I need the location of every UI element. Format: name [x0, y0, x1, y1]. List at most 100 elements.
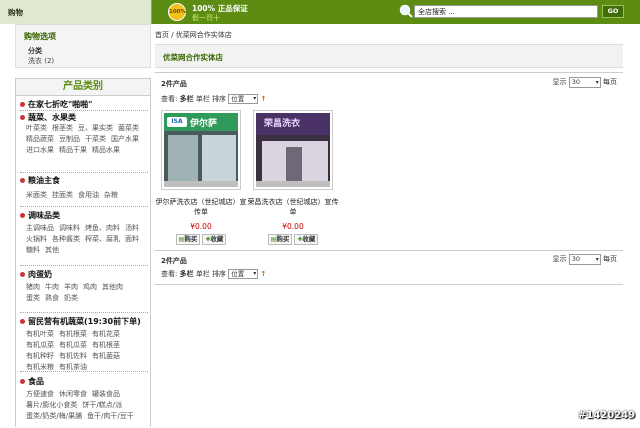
category-link[interactable]: 调味料 [59, 224, 80, 232]
bullet-icon [20, 213, 25, 218]
category-link[interactable]: 国产水果 [111, 135, 139, 143]
breadcrumb[interactable]: 首页 / 优菜网合作实体店 [155, 30, 232, 40]
category-link[interactable]: 豆、果实类 [78, 124, 113, 132]
options-filter-laundry[interactable]: 洗衣 (2) [28, 56, 54, 66]
category-heading[interactable]: 肉蛋奶 [20, 269, 148, 280]
product-card[interactable]: 荣昌洗衣 荣昌洗衣店（世纪城店）宣传单 ¥0.00 ▤购买 ✚收藏 [247, 110, 339, 250]
category-link[interactable]: 榨菜、腐乳 [85, 235, 120, 243]
view-single-column[interactable]: 单栏 [196, 270, 210, 278]
favorite-button[interactable]: ✚收藏 [202, 234, 227, 245]
category-link[interactable]: 罐装食品 [92, 390, 120, 398]
category-link[interactable]: 主调味品 [26, 224, 54, 232]
category-links: 叶菜类 根茎类 豆、果实类 菌菜类 精品蔬菜 豆制品 干菜类 国产水果 进口水果 精品干果 精品… [20, 123, 148, 156]
category-link[interactable]: 有机根菜 [59, 330, 87, 338]
product-card[interactable]: ISA 伊尔萨 伊尔萨洗衣店（世纪城店）宣传单 ¥0.00 ▤购买 ✚收藏 [155, 110, 247, 250]
category-links: 主调味品 调味料 烤鱼、肉料 汤料 火锅料 各种酱类 榨菜、腐乳 面料 糖料 其他 [20, 223, 148, 256]
category-heading[interactable]: 在家七折吃"啪啪" [20, 99, 148, 110]
category-heading[interactable]: 蔬菜、水果类 [20, 112, 148, 123]
category-link[interactable]: 精品干果 [59, 146, 87, 154]
view-single-column[interactable]: 单栏 [196, 95, 210, 103]
divider [155, 284, 623, 285]
category-link[interactable]: 有机叶菜 [26, 330, 54, 338]
view-sort-line: 查看: 多栏 单栏 排序 位置 ↑ [161, 269, 266, 280]
category-link[interactable]: 叶菜类 [26, 124, 47, 132]
category-link[interactable]: 各种酱类 [52, 235, 80, 243]
category-heading[interactable]: 调味品类 [20, 210, 148, 221]
category-link[interactable]: 熟食 [45, 294, 59, 302]
category-link[interactable]: 杂粮 [104, 191, 118, 199]
product-name[interactable]: 荣昌洗衣店（世纪城店）宣传单 [247, 197, 339, 217]
category-links: 猪肉 牛肉 羊肉 鸡肉 其他肉 蛋类 熟食 奶类 [20, 282, 148, 304]
category-link[interactable]: 烤鱼、肉料 [85, 224, 120, 232]
category-link[interactable]: 有机佐料 [59, 352, 87, 360]
search-go-button[interactable]: GO [602, 5, 624, 18]
category-link[interactable]: 薯片/膨化小食类 [26, 401, 77, 409]
sort-direction-icon[interactable]: ↑ [261, 270, 267, 278]
category-link[interactable]: 有机瓜菜 [26, 341, 54, 349]
view-multi-column[interactable]: 多栏 [180, 95, 194, 103]
category-link[interactable]: 挂面类 [52, 191, 73, 199]
category-link[interactable]: 汤料 [125, 224, 139, 232]
category-heading[interactable]: 食品 [20, 376, 148, 387]
product-image[interactable]: ISA 伊尔萨 [161, 110, 241, 190]
product-image[interactable]: 荣昌洗衣 [253, 110, 333, 190]
category-link[interactable]: 有机种籽 [26, 352, 54, 360]
category-link[interactable]: 方便速食 [26, 390, 54, 398]
category-link[interactable]: 有机菌菇 [92, 352, 120, 360]
bullet-icon [20, 115, 25, 120]
category-link[interactable]: 有机茶油 [59, 363, 87, 371]
favorite-button[interactable]: ✚收藏 [294, 234, 319, 245]
buy-button[interactable]: ▤购买 [175, 234, 201, 245]
category-link[interactable]: 饼干/糕点/派 [82, 401, 122, 409]
category-link[interactable]: 猪肉 [26, 283, 40, 291]
category-link[interactable]: 进口水果 [26, 146, 54, 154]
category-link[interactable]: 奶类 [64, 294, 78, 302]
sort-direction-icon[interactable]: ↑ [261, 95, 267, 103]
category-link[interactable]: 米面类 [26, 191, 47, 199]
main-content: 首页 / 优菜网合作实体店 优菜网合作实体店 2件产品 显示 30 每页 查看:… [155, 24, 623, 427]
image-watermark: #1420249 [578, 410, 636, 421]
bullet-icon [20, 102, 25, 107]
category-link[interactable]: 牛肉 [45, 283, 59, 291]
category-heading[interactable]: 粮油主食 [20, 175, 148, 186]
top-bar: 购物 100% 100% 正品保证 假一罚十 全店搜索 ... GO [0, 0, 640, 24]
sort-select[interactable]: 位置 [228, 94, 259, 104]
category-link[interactable]: 鱼干/肉干/豆干 [87, 412, 134, 420]
buy-button[interactable]: ▤购买 [267, 234, 293, 245]
category-group: 食品 方便速食 休闲零食 罐装食品 薯片/膨化小食类 饼干/糕点/派 蛋类/奶类/梅/… [20, 376, 148, 428]
category-link[interactable]: 根茎类 [52, 124, 73, 132]
category-link[interactable]: 豆制品 [59, 135, 80, 143]
category-link[interactable]: 其他 [45, 246, 59, 254]
category-link[interactable]: 面料 [125, 235, 139, 243]
category-link[interactable]: 食用油 [78, 191, 99, 199]
category-link[interactable]: 有机米粮 [26, 363, 54, 371]
category-link[interactable]: 蛋类/奶类/梅/果脯 [26, 412, 82, 420]
category-link[interactable]: 菌菜类 [118, 124, 139, 132]
category-link[interactable]: 羊肉 [64, 283, 78, 291]
per-page-select[interactable]: 30 [568, 253, 601, 265]
per-page-control: 显示 30 每页 [553, 253, 617, 265]
bullet-icon [20, 178, 25, 183]
category-link[interactable]: 蛋类 [26, 294, 40, 302]
category-link[interactable]: 有机根茎 [92, 341, 120, 349]
category-link[interactable]: 有机瓜菜 [59, 341, 87, 349]
category-link[interactable]: 精品水果 [92, 146, 120, 154]
cart-tab[interactable]: 购物 [0, 0, 152, 24]
view-multi-column[interactable]: 多栏 [180, 270, 194, 278]
category-heading[interactable]: 留民营有机蔬菜(19:30前下单) [20, 316, 148, 327]
category-link[interactable]: 精品蔬菜 [26, 135, 54, 143]
sort-select[interactable]: 位置 [228, 269, 259, 279]
category-link[interactable]: 糖料 [26, 246, 40, 254]
category-link[interactable]: 其他肉 [102, 283, 123, 291]
category-link[interactable]: 火锅料 [26, 235, 47, 243]
bullet-icon [20, 272, 25, 277]
product-price: ¥0.00 [282, 222, 304, 231]
category-link[interactable]: 有机花菜 [92, 330, 120, 338]
category-link[interactable]: 鸡肉 [83, 283, 97, 291]
per-page-select[interactable]: 30 [568, 76, 601, 88]
search-input[interactable]: 全店搜索 ... [414, 5, 598, 18]
product-name[interactable]: 伊尔萨洗衣店（世纪城店）宣传单 [155, 197, 247, 217]
category-link[interactable]: 干菜类 [85, 135, 106, 143]
category-links: 方便速食 休闲零食 罐装食品 薯片/膨化小食类 饼干/糕点/派 蛋类/奶类/梅/果脯鱼… [20, 389, 148, 422]
category-link[interactable]: 休闲零食 [59, 390, 87, 398]
